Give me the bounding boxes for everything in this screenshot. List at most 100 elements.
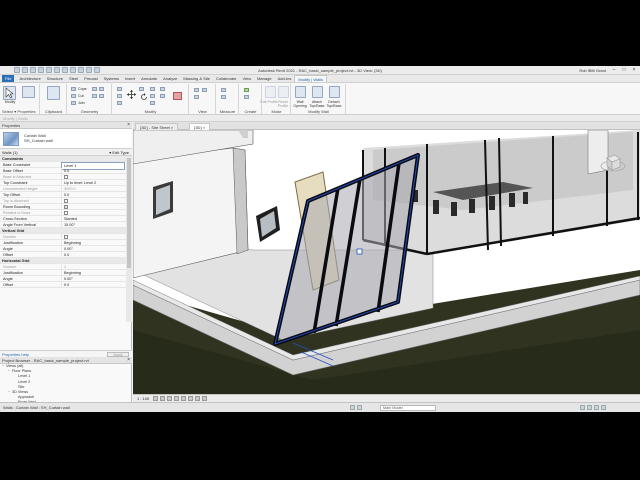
tab-add-ins[interactable]: Add-Ins (275, 75, 295, 82)
split-face-icon[interactable] (92, 94, 97, 98)
checkbox-icon[interactable] (64, 205, 68, 209)
tab-view[interactable]: View (239, 75, 254, 82)
detach-button[interactable] (329, 86, 340, 98)
type-selector[interactable]: Curtain Wall SH_Curtain wall (0, 129, 132, 149)
paint-icon[interactable] (99, 94, 104, 98)
instance-filter[interactable]: Walls (1) ▾ Edit Type (0, 149, 132, 156)
properties-label: Properties (17, 109, 36, 114)
panel-measure: Measure (217, 84, 239, 114)
tab-annotate[interactable]: Annotate (138, 75, 160, 82)
offset-icon[interactable] (117, 94, 122, 98)
active-model-select[interactable]: Main Model (380, 405, 436, 411)
scale-icon[interactable] (160, 87, 165, 91)
tab-structure[interactable]: Structure (44, 75, 66, 82)
tab-precast[interactable]: Precast (81, 75, 101, 82)
copy-icon[interactable] (139, 87, 144, 91)
select-dropdown[interactable]: Select ▾ (2, 109, 16, 114)
detail-level-icon[interactable] (153, 396, 158, 401)
tab-massing-site[interactable]: Massing & Site (180, 75, 213, 82)
design-options-icon[interactable] (357, 405, 362, 410)
worksets-icon[interactable] (350, 405, 355, 410)
filter-icon[interactable] (601, 405, 606, 410)
render-icon[interactable] (181, 396, 186, 401)
dimension-icon[interactable] (221, 95, 226, 99)
modify-button[interactable] (3, 86, 16, 100)
close-properties-icon[interactable]: × (127, 122, 130, 129)
user-name[interactable]: Rob IBM Grant (579, 68, 606, 73)
properties-button[interactable] (22, 86, 35, 98)
panel-select: Modify Select ▾ Properties (0, 84, 40, 114)
create-assembly-icon[interactable] (244, 88, 249, 92)
visual-style-icon[interactable] (160, 396, 165, 401)
close-browser-icon[interactable]: × (127, 357, 130, 364)
tab-modify-walls[interactable]: Modify | Walls (294, 75, 328, 82)
tab-systems[interactable]: Systems (101, 75, 122, 82)
cut-icon[interactable] (71, 94, 76, 98)
options-bar: Modify | Walls (0, 115, 640, 122)
panel-select-label: Select ▾ Properties (0, 109, 39, 114)
tab-analyze[interactable]: Analyze (160, 75, 180, 82)
split-icon[interactable] (150, 94, 155, 98)
view-tab[interactable]: {3D} × (189, 123, 211, 130)
status-icons-left (350, 405, 362, 410)
array-icon[interactable] (150, 101, 155, 105)
reset-profile-button[interactable] (278, 86, 289, 98)
ribbon: Modify Select ▾ Properties Clipboard Cop… (0, 83, 640, 115)
property-row: Offset 0.0 (0, 282, 126, 288)
tab-steel[interactable]: Steel (66, 75, 81, 82)
paste-button[interactable] (47, 86, 60, 100)
tab-file[interactable]: File (2, 75, 15, 82)
properties-scrollbar[interactable] (126, 156, 132, 322)
lock-view-icon[interactable] (195, 396, 200, 401)
sun-path-icon[interactable] (167, 396, 172, 401)
create-group-icon[interactable] (244, 95, 249, 99)
close-icon[interactable]: × (630, 67, 638, 73)
wall-joins-icon[interactable] (99, 87, 104, 91)
align-icon[interactable] (117, 87, 122, 91)
viewcube-icon[interactable] (600, 150, 626, 176)
maximize-icon[interactable]: □ (620, 67, 628, 73)
edit-type-label: Edit Type (112, 150, 129, 155)
view-tab[interactable]: {3D} - Site Sheet × (135, 123, 179, 130)
minimize-icon[interactable]: – (610, 67, 618, 73)
mirror-icon[interactable] (117, 101, 122, 105)
panel-mode-label: Mode (271, 109, 282, 114)
wall-opening-button[interactable] (295, 86, 306, 98)
delete-icon[interactable] (173, 92, 182, 100)
property-value[interactable]: 0.0 (61, 282, 125, 288)
rotate-icon[interactable] (140, 93, 148, 101)
hide-icon[interactable] (194, 88, 199, 92)
unjoin-icon[interactable] (92, 87, 97, 91)
measure-tool-icon[interactable] (221, 88, 226, 92)
panel-modify-wall-label: Modify Wall (308, 109, 329, 114)
shadows-icon[interactable] (174, 396, 179, 401)
panel-modify-wall: Wall Opening Attach Top/Base Detach Top/… (292, 84, 346, 114)
browser-item-label: Level 1 (18, 374, 31, 379)
cope-icon[interactable] (71, 87, 76, 91)
checkbox-icon (64, 175, 68, 179)
move-icon[interactable] (127, 90, 136, 99)
join-icon[interactable] (71, 101, 76, 105)
options-bar-hint: Modify | Walls (3, 116, 28, 121)
tab-insert[interactable]: Insert (122, 75, 138, 82)
browser-item-label: 3D Views (12, 389, 28, 394)
trim-icon[interactable] (150, 87, 155, 91)
edit-type-button[interactable]: ▾ Edit Type (109, 149, 129, 156)
tab-collaborate[interactable]: Collaborate (213, 75, 239, 82)
override-icon[interactable] (202, 88, 207, 92)
select-by-face-icon[interactable] (594, 405, 599, 410)
properties-scroll-thumb[interactable] (127, 158, 131, 268)
crop-icon[interactable] (188, 396, 193, 401)
tab-architecture[interactable]: Architecture (16, 75, 43, 82)
3d-view-canvas[interactable] (133, 130, 640, 394)
tab-manage[interactable]: Manage (254, 75, 274, 82)
project-browser-header: Project Browser - RAC_basic_sample_proje… (0, 357, 132, 364)
pin-icon[interactable] (160, 94, 165, 98)
select-pinned-icon[interactable] (587, 405, 592, 410)
edit-profile-button[interactable] (265, 86, 276, 98)
select-links-icon[interactable] (580, 405, 585, 410)
linework-icon[interactable] (194, 95, 199, 99)
hide-isolate-icon[interactable] (202, 396, 207, 401)
view-scale[interactable]: 1 : 100 (137, 396, 149, 401)
attach-button[interactable] (312, 86, 323, 98)
